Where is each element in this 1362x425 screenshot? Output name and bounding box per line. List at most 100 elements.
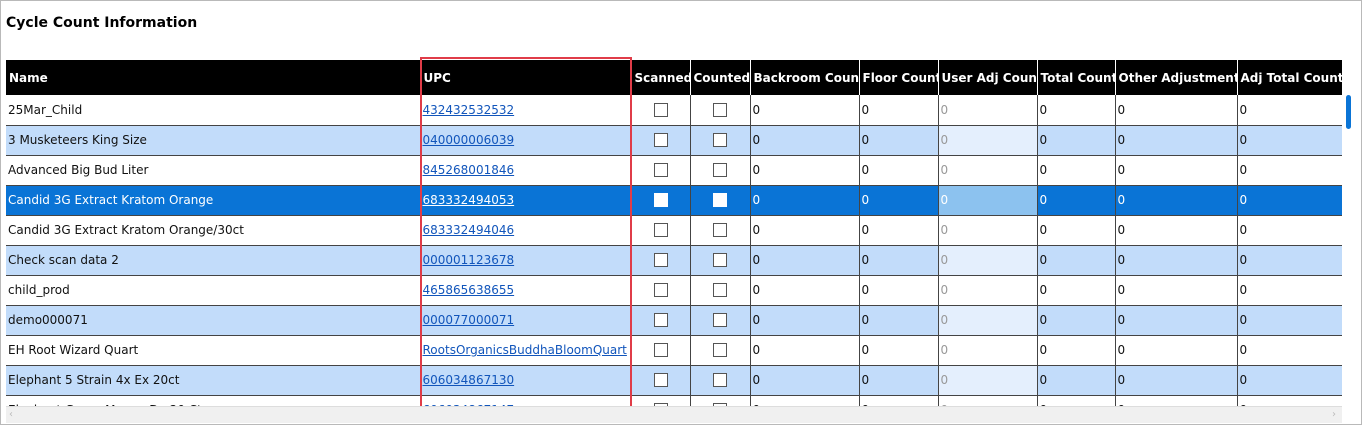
cell-user-adj-count[interactable]: 0 bbox=[938, 275, 1038, 306]
cell-floor-count[interactable]: 0 bbox=[859, 335, 939, 366]
table-row[interactable]: 3 Musketeers King Size 040000006039 0 0 0 0 0 0 bbox=[6, 125, 1342, 156]
counted-checkbox[interactable] bbox=[713, 373, 727, 388]
scanned-checkbox[interactable] bbox=[653, 313, 668, 328]
column-header-name[interactable]: Name bbox=[6, 60, 421, 95]
cell-upc[interactable]: 465865638655 bbox=[420, 275, 632, 306]
upc-link[interactable]: 040000006039 bbox=[423, 133, 515, 147]
cell-backroom-count[interactable]: 0 bbox=[750, 95, 860, 126]
cell-backroom-count[interactable]: 0 bbox=[750, 125, 860, 156]
cell-upc[interactable]: 432432532532 bbox=[420, 95, 632, 126]
cell-backroom-count[interactable]: 0 bbox=[750, 185, 860, 216]
cell-name[interactable]: Elephant 5 Strain 4x Ex 20ct bbox=[6, 365, 421, 396]
cell-user-adj-count[interactable]: 0 bbox=[938, 95, 1038, 126]
cell-floor-count[interactable]: 0 bbox=[859, 305, 939, 336]
cell-name[interactable]: 25Mar_Child bbox=[6, 95, 421, 126]
cell-user-adj-count[interactable]: 0 bbox=[938, 215, 1038, 246]
table-row[interactable]: Elephant Green Maeng Da 20 Ct60603486714… bbox=[6, 395, 1342, 406]
cell-upc[interactable]: 683332494053 bbox=[420, 185, 632, 216]
cell-user-adj-count[interactable]: 0 bbox=[938, 305, 1038, 336]
cell-backroom-count[interactable]: 0 bbox=[750, 245, 860, 276]
cell-name[interactable]: Elephant Green Maeng Da 20 Ct bbox=[6, 395, 421, 406]
cell-backroom-count[interactable]: 0 bbox=[750, 275, 860, 306]
cell-upc[interactable]: 000077000071 bbox=[420, 305, 632, 336]
scanned-checkbox[interactable] bbox=[653, 253, 668, 268]
column-header-adj-total-count[interactable]: Adj Total Count bbox=[1237, 60, 1342, 95]
cell-floor-count[interactable]: 0 bbox=[859, 245, 939, 276]
cell-upc[interactable]: 845268001846 bbox=[420, 155, 632, 186]
column-header-scanned[interactable]: Scanned bbox=[631, 60, 691, 95]
counted-checkbox[interactable] bbox=[713, 163, 727, 178]
table-row[interactable]: EH Root Wizard Quart RootsOrganicsBuddhaB… bbox=[6, 335, 1342, 366]
cell-upc[interactable]: 606034867147 bbox=[420, 395, 632, 406]
chevron-left-icon[interactable]: ‹ bbox=[9, 409, 13, 420]
cell-name[interactable]: child_prod bbox=[6, 275, 421, 306]
column-header-floor-count[interactable]: Floor Count bbox=[859, 60, 939, 95]
horizontal-scrollbar[interactable]: ‹ › bbox=[6, 406, 1342, 423]
table-row[interactable]: Check scan data 2 000001123678 0 0 0 0 0 0 bbox=[6, 245, 1342, 276]
cell-user-adj-count[interactable]: 0 bbox=[938, 245, 1038, 276]
scanned-checkbox[interactable] bbox=[653, 103, 668, 117]
cell-name[interactable]: demo000071 bbox=[6, 305, 421, 336]
cell-floor-count[interactable]: 0 bbox=[859, 185, 939, 216]
upc-link[interactable]: 465865638655 bbox=[423, 283, 515, 297]
upc-link[interactable]: 845268001846 bbox=[423, 163, 515, 177]
cell-user-adj-count[interactable]: 0 bbox=[938, 185, 1038, 216]
upc-link[interactable]: 000001123678 bbox=[423, 253, 515, 267]
upc-link[interactable]: 606034867130 bbox=[423, 373, 515, 387]
table-row[interactable]: Advanced Big Bud Liter 845268001846 0 0 0 0 0 0 bbox=[6, 155, 1342, 186]
column-header-user-adj-count[interactable]: User Adj Count bbox=[938, 60, 1038, 95]
upc-link[interactable]: 000077000071 bbox=[423, 313, 515, 327]
table-row[interactable]: demo000071 000077000071 0 0 0 0 0 0 bbox=[6, 305, 1342, 336]
counted-checkbox[interactable] bbox=[713, 223, 727, 238]
column-header-other-adjustments[interactable]: Other Adjustments bbox=[1115, 60, 1238, 95]
upc-link[interactable]: RootsOrganicsBuddhaBloomQuart bbox=[423, 343, 627, 357]
vertical-scrollbar[interactable] bbox=[1342, 60, 1359, 406]
table-row[interactable]: child_prod 465865638655 0 0 0 0 0 0 bbox=[6, 275, 1342, 306]
counted-checkbox[interactable] bbox=[713, 283, 727, 298]
cell-floor-count[interactable]: 0 bbox=[859, 365, 939, 396]
table-row[interactable]: Candid 3G Extract Kratom Orange/30ct 6833… bbox=[6, 215, 1342, 246]
cell-user-adj-count[interactable]: 0 bbox=[938, 335, 1038, 366]
counted-checkbox[interactable] bbox=[713, 343, 727, 358]
cell-user-adj-count[interactable]: 0 bbox=[938, 125, 1038, 156]
scanned-checkbox[interactable] bbox=[653, 223, 668, 238]
cell-upc[interactable]: 606034867130 bbox=[420, 365, 632, 396]
cell-floor-count[interactable]: 0 bbox=[859, 95, 939, 126]
cell-backroom-count[interactable]: 0 bbox=[750, 365, 860, 396]
cell-floor-count[interactable]: 0 bbox=[859, 215, 939, 246]
cell-name[interactable]: Check scan data 2 bbox=[6, 245, 421, 276]
cell-name[interactable]: EH Root Wizard Quart bbox=[6, 335, 421, 366]
cell-backroom-count[interactable]: 0 bbox=[750, 215, 860, 246]
scanned-checkbox[interactable] bbox=[653, 373, 668, 388]
table-row[interactable]: 25Mar_Child 432432532532 0 0 0 0 0 0 bbox=[6, 95, 1342, 126]
cell-upc[interactable]: RootsOrganicsBuddhaBloomQuart bbox=[420, 335, 632, 366]
cell-floor-count[interactable]: 0 bbox=[859, 395, 939, 406]
counted-checkbox[interactable] bbox=[713, 103, 727, 117]
cell-backroom-count[interactable]: 0 bbox=[750, 155, 860, 186]
upc-link[interactable]: 683332494053 bbox=[423, 193, 515, 207]
chevron-right-icon[interactable]: › bbox=[1332, 409, 1336, 420]
vertical-scrollbar-thumb[interactable] bbox=[1346, 95, 1351, 129]
cell-name[interactable]: Advanced Big Bud Liter bbox=[6, 155, 421, 186]
column-header-upc[interactable]: UPC bbox=[420, 60, 632, 95]
cell-floor-count[interactable]: 0 bbox=[859, 155, 939, 186]
table-row[interactable]: Elephant 5 Strain 4x Ex 20ct 606034867130… bbox=[6, 365, 1342, 396]
upc-link[interactable]: 683332494046 bbox=[423, 223, 515, 237]
scanned-checkbox[interactable] bbox=[653, 283, 668, 298]
cell-backroom-count[interactable]: 0 bbox=[750, 305, 860, 336]
cell-name[interactable]: Candid 3G Extract Kratom Orange/30ct bbox=[6, 215, 421, 246]
counted-checkbox[interactable] bbox=[713, 193, 727, 208]
cell-floor-count[interactable]: 0 bbox=[859, 125, 939, 156]
cell-user-adj-count[interactable]: 0 bbox=[938, 155, 1038, 186]
cell-name[interactable]: Candid 3G Extract Kratom Orange bbox=[6, 185, 421, 216]
cell-backroom-count[interactable]: 0 bbox=[750, 395, 860, 406]
upc-link[interactable]: 432432532532 bbox=[423, 103, 515, 117]
cell-upc[interactable]: 000001123678 bbox=[420, 245, 632, 276]
scanned-checkbox[interactable] bbox=[653, 163, 668, 178]
scanned-checkbox[interactable] bbox=[653, 133, 668, 148]
cell-upc[interactable]: 683332494046 bbox=[420, 215, 632, 246]
column-header-backroom-count[interactable]: Backroom Count bbox=[750, 60, 860, 95]
column-header-total-count[interactable]: Total Count bbox=[1037, 60, 1116, 95]
scanned-checkbox[interactable] bbox=[653, 343, 668, 358]
cell-floor-count[interactable]: 0 bbox=[859, 275, 939, 306]
